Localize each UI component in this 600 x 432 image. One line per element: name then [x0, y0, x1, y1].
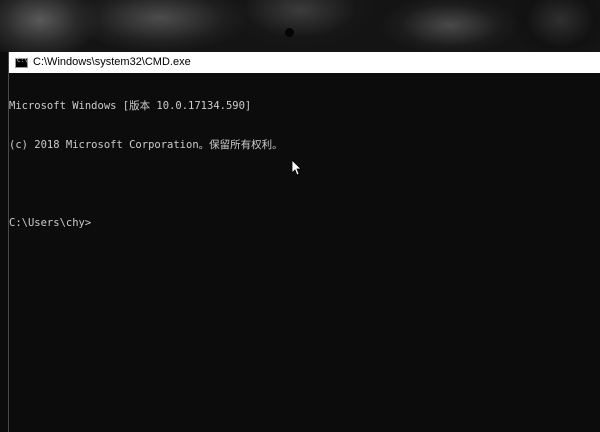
- console-line: (c) 2018 Microsoft Corporation。保留所有权利。: [9, 139, 283, 151]
- console-line: Microsoft Windows [版本 10.0.17134.590]: [9, 100, 252, 112]
- desktop-wallpaper: [0, 0, 600, 52]
- window-title: C:\Windows\system32\CMD.exe: [33, 56, 191, 68]
- title-bar[interactable]: C:\ C:\Windows\system32\CMD.exe: [9, 52, 600, 73]
- cmd-window[interactable]: C:\ C:\Windows\system32\CMD.exe Microsof…: [8, 52, 600, 432]
- console-output[interactable]: Microsoft Windows [版本 10.0.17134.590] (c…: [9, 74, 600, 432]
- cmd-icon[interactable]: C:\: [15, 57, 28, 68]
- command-prompt[interactable]: C:\Users\chy>: [9, 217, 600, 230]
